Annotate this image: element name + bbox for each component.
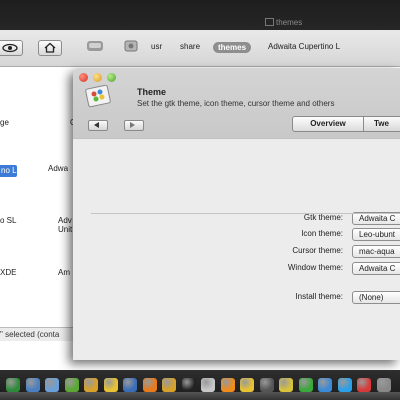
minimize-button[interactable] bbox=[93, 73, 102, 82]
arrow-right-icon bbox=[130, 122, 135, 128]
window-theme-select[interactable]: Adwaita C bbox=[352, 262, 400, 275]
icon-theme-select[interactable]: Leo-ubunt bbox=[352, 228, 400, 241]
warning-icon[interactable] bbox=[103, 378, 118, 392]
dialog-title: Theme bbox=[137, 87, 167, 97]
ubuntu-icon[interactable] bbox=[6, 378, 20, 392]
separator bbox=[91, 213, 400, 214]
install-theme-label: Install theme: bbox=[295, 292, 343, 301]
pause-icon[interactable] bbox=[298, 378, 313, 392]
breadcrumb-usr[interactable]: usr bbox=[151, 42, 162, 51]
tab-overview[interactable]: Overview bbox=[292, 116, 364, 132]
window-icon bbox=[265, 18, 274, 26]
chat-icon[interactable] bbox=[318, 378, 332, 392]
icon-theme-label: Icon theme: bbox=[301, 229, 343, 238]
home-button[interactable] bbox=[38, 40, 62, 56]
folder-label[interactable]: Unit bbox=[58, 225, 72, 234]
status-bar: " selected (conta bbox=[0, 327, 80, 341]
dialog-subtitle: Set the gtk theme, icon theme, cursor th… bbox=[137, 99, 335, 108]
close-button[interactable] bbox=[79, 73, 88, 82]
home-icon bbox=[44, 42, 56, 53]
forward-button[interactable] bbox=[124, 120, 144, 131]
folder-label[interactable]: Adwa bbox=[48, 164, 68, 173]
record-icon[interactable] bbox=[357, 378, 371, 392]
cursor-theme-label: Cursor theme: bbox=[292, 246, 343, 255]
lock-icon[interactable] bbox=[240, 378, 254, 392]
breadcrumb-share[interactable]: share bbox=[180, 42, 200, 51]
folder-label[interactable]: ge bbox=[0, 118, 9, 127]
terminal-icon[interactable] bbox=[181, 378, 196, 392]
skype-icon[interactable] bbox=[337, 378, 352, 392]
install-theme-select[interactable]: (None) bbox=[352, 291, 400, 304]
theme-settings-panel: Gtk theme: Adwaita C Icon theme: Leo-ubu… bbox=[73, 138, 400, 360]
film-icon[interactable] bbox=[259, 378, 274, 392]
star-icon[interactable] bbox=[201, 378, 215, 392]
eye-icon bbox=[2, 43, 18, 53]
drive-icon[interactable] bbox=[86, 38, 104, 54]
folder-label[interactable]: XDE bbox=[0, 268, 16, 277]
chart-icon[interactable] bbox=[45, 378, 59, 392]
breadcrumb-next[interactable]: Adwaita Cupertino L bbox=[268, 42, 340, 51]
folder-label[interactable]: Am bbox=[58, 268, 70, 277]
gear-icon[interactable] bbox=[84, 378, 98, 392]
selected-folder[interactable]: no L bbox=[0, 165, 17, 177]
window-theme-label: Window theme: bbox=[287, 263, 343, 272]
gtk-theme-label: Gtk theme: bbox=[303, 213, 343, 222]
trash-icon[interactable] bbox=[376, 378, 391, 392]
tab-tweaks[interactable]: Twe bbox=[363, 116, 400, 132]
back-button[interactable] bbox=[88, 120, 108, 131]
top-panel: themes bbox=[0, 0, 400, 30]
grid-icon[interactable] bbox=[162, 378, 176, 392]
breadcrumb-themes[interactable]: themes bbox=[213, 42, 252, 53]
pidgin-icon[interactable] bbox=[64, 378, 79, 392]
arrow-left-icon bbox=[94, 122, 99, 128]
view-toggle-button[interactable] bbox=[0, 40, 23, 56]
file-manager-toolbar: usr share themes Adwaita Cupertino L bbox=[0, 30, 400, 67]
image-icon[interactable] bbox=[25, 378, 40, 392]
vlc-icon[interactable] bbox=[220, 378, 235, 392]
um-icon[interactable] bbox=[279, 378, 293, 392]
disk-icon[interactable] bbox=[124, 40, 138, 52]
theme-dialog: Theme Set the gtk theme, icon theme, cur… bbox=[73, 68, 400, 360]
maximize-button[interactable] bbox=[107, 73, 116, 82]
window-title: themes bbox=[265, 18, 302, 27]
app-icon[interactable] bbox=[123, 378, 137, 392]
folder-label[interactable]: Adv bbox=[58, 216, 72, 225]
dock bbox=[0, 370, 400, 400]
dock-shelf bbox=[0, 392, 400, 400]
cursor-theme-select[interactable]: mac-aqua bbox=[352, 245, 400, 258]
palette-icon bbox=[85, 85, 111, 108]
wifi-icon[interactable] bbox=[142, 378, 157, 392]
folder-label[interactable]: o SL bbox=[0, 216, 16, 225]
